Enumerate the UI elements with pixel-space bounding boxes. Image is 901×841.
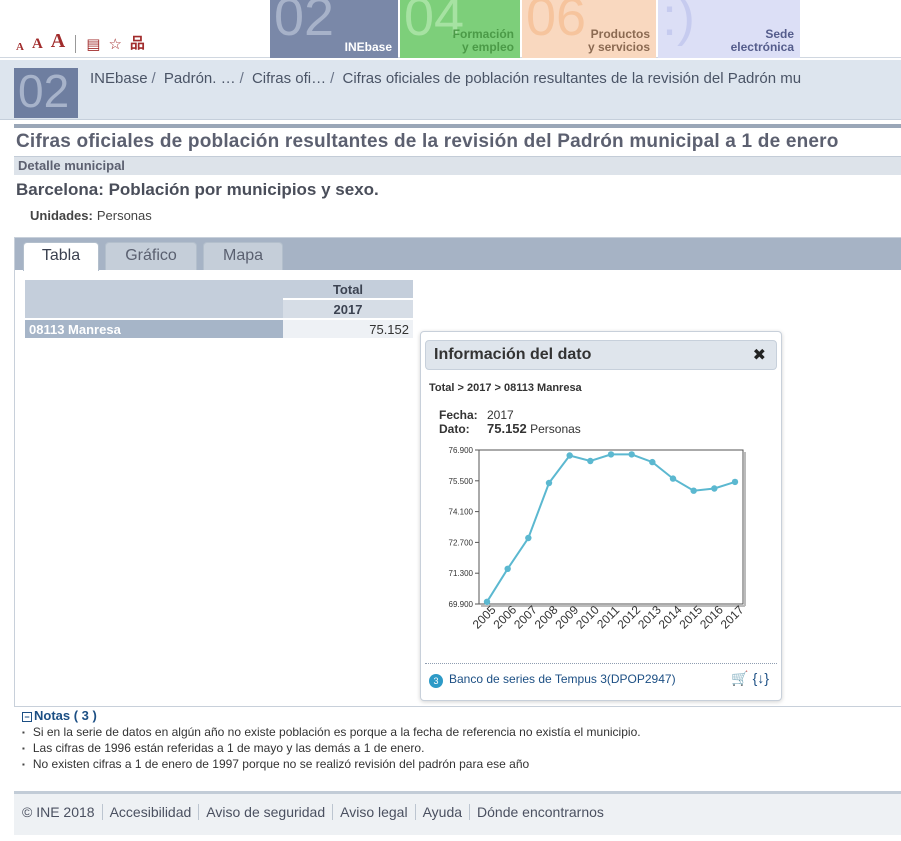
subtitle-bar: Detalle municipal: [14, 156, 901, 175]
dato-unit: Personas: [530, 422, 581, 436]
data-point: [649, 458, 656, 466]
breadcrumb-band: 02 INEbase / Padrón. … / Cifras ofi… / Cifr…: [0, 60, 901, 120]
y-tick-label: 74.100: [449, 508, 474, 517]
row-label: 08113 Manresa: [25, 320, 283, 338]
divider: [14, 124, 901, 128]
breadcrumb-current: Cifras oficiales de población resultante…: [342, 70, 802, 87]
font-size-small-button[interactable]: A: [16, 41, 24, 53]
breadcrumb-link-cifras[interactable]: Cifras ofi…: [252, 70, 326, 87]
data-point: [525, 534, 532, 542]
tempus-icon: 3: [429, 674, 443, 688]
cell-value[interactable]: 75.152: [283, 320, 413, 338]
fecha-label: Fecha:: [439, 408, 478, 422]
divider: [75, 35, 77, 53]
data-info-popup: Información del dato ✖ Total > 2017 > 08…: [420, 331, 782, 701]
tempus-series-link[interactable]: Banco de series de Tempus 3(DPOP2947): [449, 672, 676, 686]
page-title: Cifras oficiales de población resultante…: [16, 131, 839, 152]
breadcrumb: INEbase / Padrón. … / Cifras ofi… / Cifras …: [90, 70, 802, 87]
footer-link-ayuda[interactable]: Ayuda: [414, 804, 469, 820]
data-point: [566, 452, 573, 459]
y-tick-label: 75.500: [449, 477, 474, 486]
download-icon[interactable]: {↓}: [753, 670, 769, 687]
line-chart: 76.90075.50074.10072.70071.30069.9002005…: [449, 446, 747, 632]
footer-copyright: © INE 2018: [22, 804, 95, 820]
page-footer: © INE 2018 Accesibilidad Aviso de seguri…: [14, 791, 901, 835]
nav-tile-formacion[interactable]: 04 Formación y empleo: [400, 0, 520, 58]
dato-value: 75.152: [487, 421, 527, 436]
font-size-medium-button[interactable]: A: [32, 36, 43, 53]
column-header-year: 2017: [283, 300, 413, 318]
data-point: [628, 451, 635, 458]
footer-link-donde[interactable]: Dónde encontrarnos: [469, 804, 611, 820]
table-corner: [25, 280, 283, 318]
cart-icon[interactable]: 🛒: [731, 670, 748, 687]
close-icon[interactable]: ✖: [753, 345, 766, 365]
nav-tile-productos[interactable]: 06 Productos y servicios: [522, 0, 656, 58]
collapse-icon: −: [22, 711, 32, 722]
font-size-large-button[interactable]: A: [51, 30, 65, 53]
y-tick-label: 69.900: [449, 600, 474, 609]
nav-tile-sede[interactable]: :) Sede electrónica: [658, 0, 800, 58]
tile-label: INEbase: [344, 39, 392, 54]
notes-section: −Notas ( 3 ) Si en la serie de datos en …: [22, 708, 641, 773]
footer-link-aviso-seguridad[interactable]: Aviso de seguridad: [198, 804, 332, 820]
tab-strip: Tabla Gráfico Mapa: [15, 238, 901, 271]
note-item: Si en la serie de datos en algún año no …: [22, 725, 641, 741]
footer-tools: 🛒 {↓}: [731, 670, 769, 687]
font-size-controls: A A A ▤ ☆ 品: [16, 30, 145, 53]
y-tick-label: 71.300: [449, 569, 474, 578]
data-point: [669, 475, 677, 482]
data-point: [731, 478, 739, 486]
tile-number: 02: [274, 0, 335, 47]
units-info: Unidades: Personas: [30, 208, 152, 223]
tile-number: 06: [526, 0, 587, 47]
sitemap-icon[interactable]: 品: [130, 32, 145, 53]
data-point: [690, 487, 697, 494]
top-header: A A A ▤ ☆ 品 02 INEbase 04 Formación y emp…: [0, 0, 901, 58]
nav-tile-inebase[interactable]: 02 INEbase: [270, 0, 398, 58]
data-point: [607, 451, 615, 458]
data-info: Fecha: 2017 Dato: 75.152 Personas: [439, 409, 581, 436]
data-point: [711, 485, 718, 492]
popup-path: Total > 2017 > 08113 Manresa: [429, 382, 582, 394]
fecha-value: 2017: [487, 408, 514, 422]
y-tick-label: 76.900: [449, 446, 474, 455]
data-table: Total 2017 08113 Manresa 75.152: [25, 278, 413, 340]
tile-label: Formación y empleo: [452, 26, 514, 54]
table-title: Barcelona: Población por municipios y se…: [16, 180, 379, 199]
breadcrumb-link-padron[interactable]: Padrón. …: [164, 70, 236, 87]
tab-tabla[interactable]: Tabla: [23, 242, 99, 271]
y-tick-label: 72.700: [449, 538, 474, 547]
tab-mapa[interactable]: Mapa: [203, 242, 283, 270]
tile-label: Productos y servicios: [587, 26, 650, 54]
section-badge: 02: [14, 68, 78, 118]
popup-header: Información del dato ✖: [425, 340, 777, 370]
page-subtitle: Detalle municipal: [18, 158, 125, 173]
favorite-icon[interactable]: ☆: [108, 35, 121, 53]
breadcrumb-link-inebase[interactable]: INEbase: [90, 70, 148, 87]
footer-link-accesibilidad[interactable]: Accesibilidad: [101, 804, 199, 820]
tile-number: :): [662, 0, 695, 47]
note-item: Las cifras de 1996 están referidas a 1 d…: [22, 741, 641, 757]
notes-list: Si en la serie de datos en algún año no …: [22, 725, 641, 773]
print-icon[interactable]: ▤: [86, 35, 100, 53]
tile-label: Sede electrónica: [730, 26, 794, 54]
tab-grafico[interactable]: Gráfico: [105, 242, 197, 270]
popup-footer: 3 Banco de series de Tempus 3(DPOP2947) …: [425, 663, 777, 695]
table-row: 08113 Manresa 75.152: [25, 320, 413, 338]
footer-links: © INE 2018 Accesibilidad Aviso de seguri…: [22, 804, 611, 820]
data-point: [545, 479, 553, 487]
plot-area: [478, 449, 744, 605]
notes-toggle[interactable]: − Notas ( 3 ): [22, 708, 641, 723]
note-item: No existen cifras a 1 de enero de 1997 p…: [22, 757, 641, 773]
data-point: [587, 457, 594, 465]
column-header-total: Total: [283, 280, 413, 298]
popup-title: Información del dato: [434, 346, 592, 363]
dato-label: Dato:: [439, 422, 470, 436]
footer-link-aviso-legal[interactable]: Aviso legal: [332, 804, 414, 820]
data-point: [504, 565, 511, 572]
